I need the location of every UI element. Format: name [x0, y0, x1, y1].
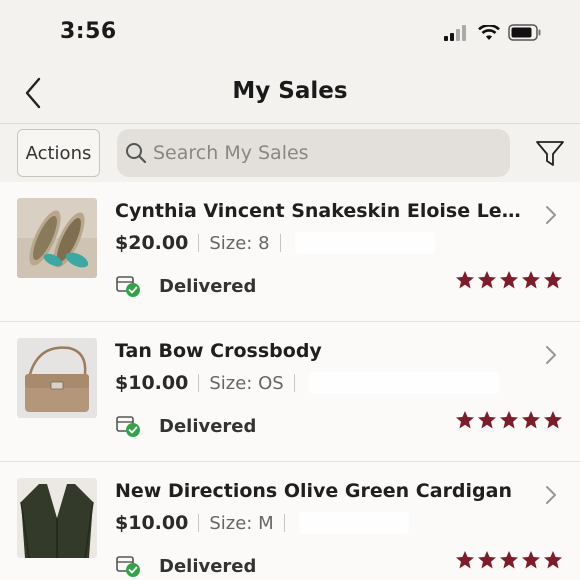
battery-icon — [508, 24, 541, 41]
divider — [279, 234, 281, 252]
star-icon — [478, 411, 496, 429]
delivered-package-icon — [116, 416, 140, 437]
item-size: Size: OS — [209, 372, 284, 394]
item-price: $10.00 — [115, 372, 189, 394]
cellular-signal-icon — [444, 24, 466, 41]
nav-bar: My Sales — [0, 62, 580, 124]
star-icon — [478, 271, 496, 289]
search-box[interactable] — [117, 129, 510, 177]
star-icon — [478, 551, 496, 569]
chevron-right-icon — [546, 206, 556, 224]
delivered-package-icon — [116, 276, 140, 297]
delivery-status: Delivered — [115, 414, 256, 438]
star-icon — [522, 551, 540, 569]
search-icon — [126, 143, 147, 164]
chevron-right-icon — [546, 486, 556, 504]
divider — [293, 374, 295, 392]
product-thumbnail — [17, 478, 97, 558]
sale-item[interactable]: Cynthia Vincent Snakeskin Eloise Leather… — [0, 182, 580, 322]
star-icon — [522, 271, 540, 289]
star-icon — [456, 411, 474, 429]
product-thumbnail — [17, 338, 97, 418]
item-price: $20.00 — [115, 232, 189, 254]
rating-stars — [455, 550, 563, 570]
rating-stars — [455, 270, 563, 290]
rating-stars — [455, 410, 563, 430]
status-label: Delivered — [159, 275, 257, 297]
delivered-package-icon — [116, 556, 140, 577]
toolbar: Actions — [0, 124, 580, 182]
status-icons — [444, 24, 542, 41]
star-icon — [544, 411, 562, 429]
status-bar: 3:56 — [0, 0, 580, 62]
price-row: $20.00 Size: 8 — [115, 230, 435, 256]
item-title: Tan Bow Crossbody — [115, 340, 322, 362]
price-row: $10.00 Size: OS — [115, 370, 499, 396]
redacted-buyer — [308, 372, 499, 394]
delivery-status: Delivered — [115, 274, 256, 298]
wifi-icon — [478, 24, 500, 40]
price-row: $10.00 Size: M — [115, 510, 409, 536]
item-title: Cynthia Vincent Snakeskin Eloise Leather… — [115, 200, 525, 222]
chevron-right-icon — [546, 346, 556, 364]
sale-item[interactable]: New Directions Olive Green Cardigan $10.… — [0, 462, 580, 580]
divider — [198, 234, 200, 252]
divider — [198, 374, 200, 392]
sale-item[interactable]: Tan Bow Crossbody $10.00 Size: OS Delive… — [0, 322, 580, 462]
status-time: 3:56 — [60, 19, 117, 44]
star-icon — [544, 271, 562, 289]
filter-icon[interactable] — [534, 137, 566, 169]
star-icon — [500, 551, 518, 569]
divider — [283, 514, 285, 532]
item-size: Size: M — [209, 512, 274, 534]
delivery-status: Delivered — [115, 554, 256, 578]
actions-button[interactable]: Actions — [17, 129, 100, 177]
redacted-buyer — [298, 512, 409, 534]
divider — [198, 514, 200, 532]
search-input[interactable] — [153, 142, 493, 164]
star-icon — [522, 411, 540, 429]
item-price: $10.00 — [115, 512, 189, 534]
status-label: Delivered — [159, 555, 257, 577]
product-thumbnail — [17, 198, 97, 278]
star-icon — [544, 551, 562, 569]
item-title: New Directions Olive Green Cardigan — [115, 480, 512, 502]
star-icon — [500, 411, 518, 429]
sales-list: Cynthia Vincent Snakeskin Eloise Leather… — [0, 182, 580, 580]
star-icon — [456, 551, 474, 569]
page-title: My Sales — [232, 78, 348, 104]
redacted-buyer — [294, 232, 435, 254]
status-label: Delivered — [159, 415, 257, 437]
item-size: Size: 8 — [209, 232, 270, 254]
star-icon — [456, 271, 474, 289]
star-icon — [500, 271, 518, 289]
